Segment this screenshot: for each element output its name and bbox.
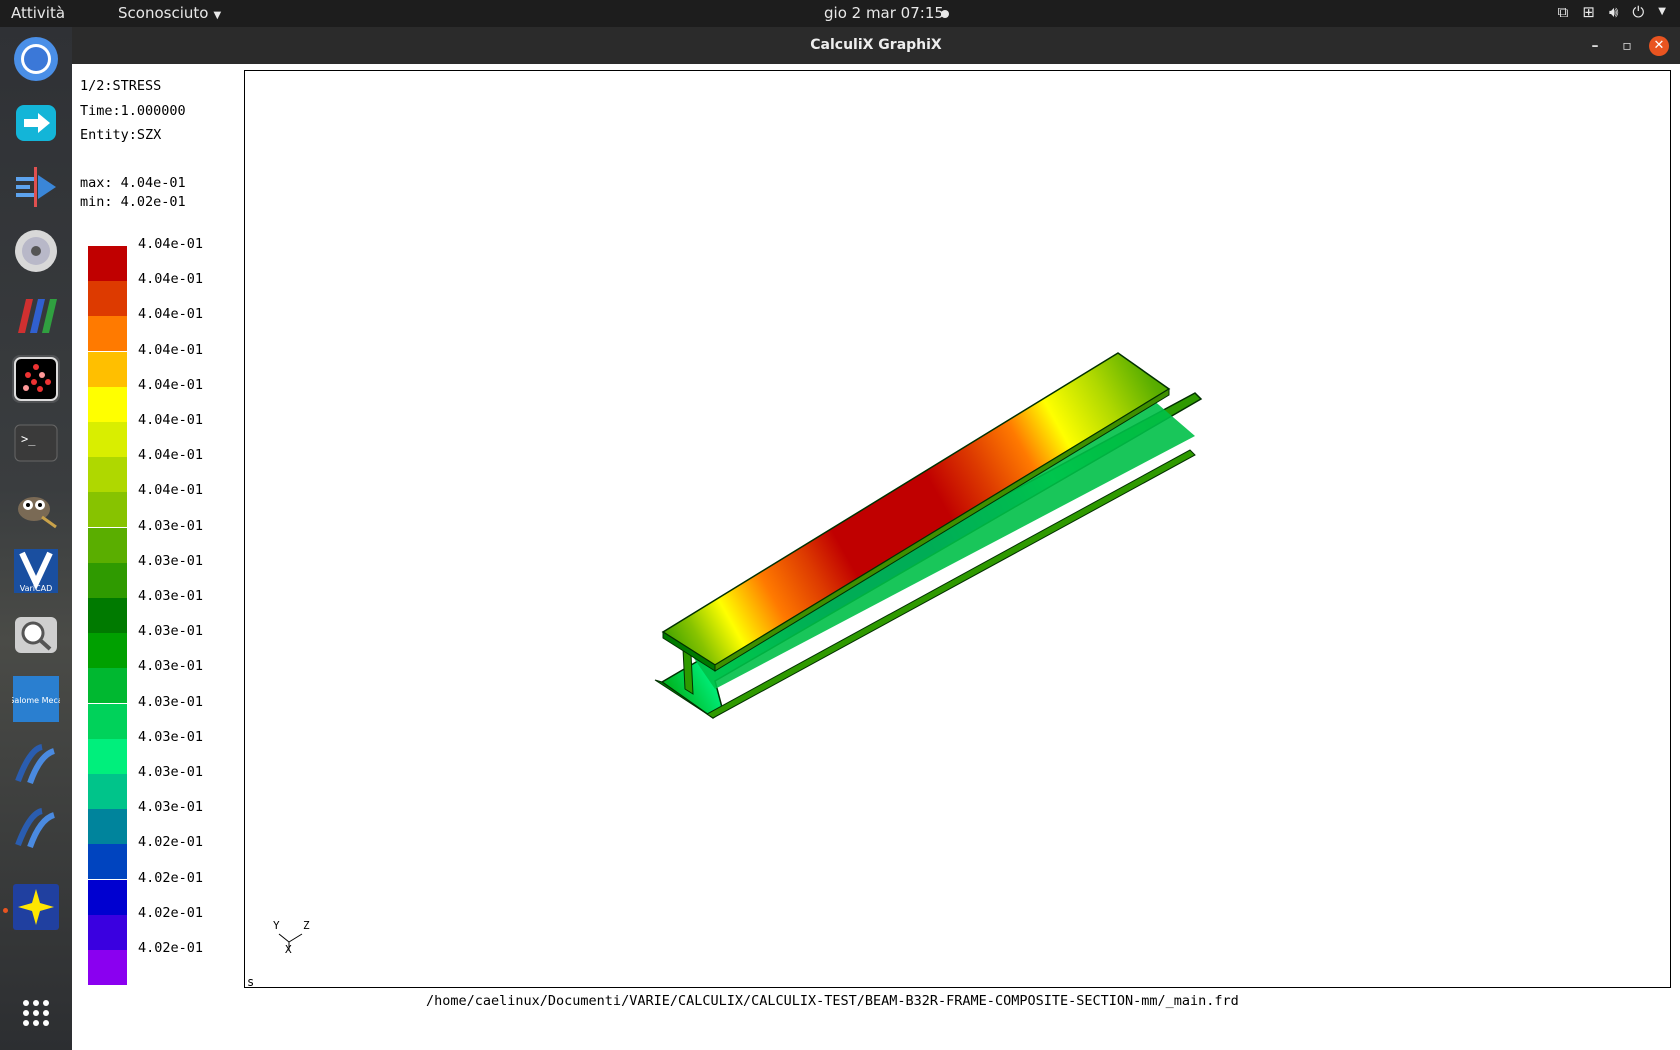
paraview-icon[interactable] xyxy=(12,291,60,339)
legend-label: 4.02e-01 xyxy=(138,869,204,886)
legend-swatch xyxy=(88,844,127,880)
result-info: 1/2:STRESS Time:1.000000 Entity:SZX xyxy=(80,74,186,148)
volume-icon[interactable]: 🔊︎ xyxy=(1609,3,1618,21)
legend-label: 4.03e-01 xyxy=(138,552,204,569)
top-bar: Attività Sconosciuto ▼ gio 2 mar 07:15 ⧉ … xyxy=(0,0,1680,27)
gimp-icon[interactable] xyxy=(12,483,60,531)
legend-label: 4.03e-01 xyxy=(138,728,204,745)
max-value: max: 4.04e-01 xyxy=(80,175,186,191)
legend-label: 4.03e-01 xyxy=(138,623,204,640)
legend-label: 4.04e-01 xyxy=(138,412,204,428)
system-tray[interactable]: ⧉ ⊞ 🔊︎ ⏻ ▼ xyxy=(1558,3,1666,21)
entity-label: Entity:SZX xyxy=(80,127,162,143)
legend-swatch xyxy=(88,774,127,809)
legend-swatch xyxy=(88,351,127,387)
app-menu[interactable]: Sconosciuto ▼ xyxy=(118,4,221,22)
legend-label: 4.03e-01 xyxy=(138,517,204,534)
window-title: CalculiX GraphiX xyxy=(810,37,942,53)
chromium-icon[interactable] xyxy=(12,35,60,83)
svg-text:VariCAD: VariCAD xyxy=(20,584,52,593)
legend-swatch xyxy=(88,879,127,915)
legend-swatch xyxy=(88,633,127,669)
chevron-down-icon[interactable]: ▼ xyxy=(1658,6,1666,21)
axis-y-label: Y xyxy=(273,919,280,932)
top-flange-edge xyxy=(714,388,1170,672)
kdenlive-icon[interactable] xyxy=(12,163,60,211)
salome-meca-icon[interactable]: Salome Meca xyxy=(12,675,60,723)
chevron-down-icon: ▼ xyxy=(213,10,222,21)
close-button[interactable]: ✕ xyxy=(1649,36,1669,56)
legend-label: 4.04e-01 xyxy=(138,236,204,252)
model-viewport[interactable]: Y Z X s xyxy=(244,70,1671,989)
legend-swatch xyxy=(88,527,127,563)
axis-x-label: X xyxy=(285,943,292,956)
app-menu-label: Sconosciuto xyxy=(118,4,209,22)
range-info: max: 4.04e-01 min: 4.02e-01 xyxy=(80,174,186,212)
legend-label: 4.04e-01 xyxy=(138,447,204,464)
clock[interactable]: gio 2 mar 07:15 xyxy=(824,4,944,22)
network-icon[interactable]: ⊞ xyxy=(1582,3,1595,21)
legend-label: 4.04e-01 xyxy=(138,376,204,393)
legend-swatch xyxy=(88,492,127,528)
search-icon[interactable] xyxy=(12,611,60,659)
svg-text:Salome Meca: Salome Meca xyxy=(12,696,60,705)
legend-swatch xyxy=(88,422,127,457)
dock: >_ VariCAD Salome Meca xyxy=(0,27,72,1050)
legend-label: 4.04e-01 xyxy=(138,271,204,288)
legend-label: 4.03e-01 xyxy=(138,799,204,816)
terminal-icon[interactable]: >_ xyxy=(12,419,60,467)
legend-swatch xyxy=(88,703,127,739)
screen-share-icon[interactable]: ⧉ xyxy=(1558,3,1569,21)
legend-swatch xyxy=(88,809,127,845)
legend-swatch xyxy=(88,668,127,704)
calculix-window: CalculiX GraphiX – ▫ ✕ 1/2:STRESS Time:1… xyxy=(72,27,1680,1050)
viewport-marker: s xyxy=(247,975,255,989)
legend-swatch xyxy=(88,316,127,352)
legend-swatch xyxy=(88,281,127,317)
file-path: /home/caelinux/Documenti/VARIE/CALCULIX/… xyxy=(426,993,1239,1009)
axis-z-label: Z xyxy=(303,919,310,932)
varicad-icon[interactable]: VariCAD xyxy=(12,547,60,595)
notification-dot-icon xyxy=(941,10,949,18)
salome-icon[interactable] xyxy=(12,739,60,787)
legend-swatch xyxy=(88,562,127,598)
time-label: Time:1.000000 xyxy=(80,102,186,119)
legend-label: 4.03e-01 xyxy=(138,658,204,675)
legend-label: 4.04e-01 xyxy=(138,341,204,358)
min-value: min: 4.02e-01 xyxy=(80,194,186,210)
dataset-label: 1/2:STRESS xyxy=(80,78,162,94)
power-icon[interactable]: ⏻ xyxy=(1632,3,1644,21)
legend-swatch xyxy=(88,914,127,950)
legend-label: 4.04e-01 xyxy=(138,306,204,323)
running-indicator xyxy=(3,908,8,913)
legend-swatch xyxy=(88,598,127,633)
minimize-button[interactable]: – xyxy=(1585,36,1605,56)
star-app-icon[interactable] xyxy=(12,883,60,931)
legend-label: 4.03e-01 xyxy=(138,764,204,780)
maximize-button[interactable]: ▫ xyxy=(1617,36,1637,56)
legend-label: 4.02e-01 xyxy=(138,834,204,851)
legend-swatch xyxy=(88,246,127,281)
svg-text:>_: >_ xyxy=(21,432,36,446)
activities-button[interactable]: Attività xyxy=(11,4,65,22)
beam-model[interactable] xyxy=(245,71,1670,987)
legend-swatch xyxy=(88,457,127,493)
legend-label: 4.02e-01 xyxy=(138,904,204,921)
salome-icon-2[interactable] xyxy=(12,803,60,851)
legend-swatch xyxy=(88,386,127,422)
legend-label: 4.02e-01 xyxy=(138,940,204,956)
calculix-icon[interactable] xyxy=(12,355,60,403)
web xyxy=(691,393,1195,689)
anydesk-icon[interactable] xyxy=(12,99,60,147)
legend-label: 4.03e-01 xyxy=(138,588,204,604)
app-grid-icon[interactable] xyxy=(12,989,60,1037)
legend-label: 4.03e-01 xyxy=(138,693,204,710)
disc-icon[interactable] xyxy=(12,227,60,275)
window-titlebar[interactable]: CalculiX GraphiX – ▫ ✕ xyxy=(72,27,1680,64)
legend-label: 4.04e-01 xyxy=(138,482,204,499)
legend-swatch xyxy=(88,950,127,985)
legend-swatch xyxy=(88,738,127,774)
